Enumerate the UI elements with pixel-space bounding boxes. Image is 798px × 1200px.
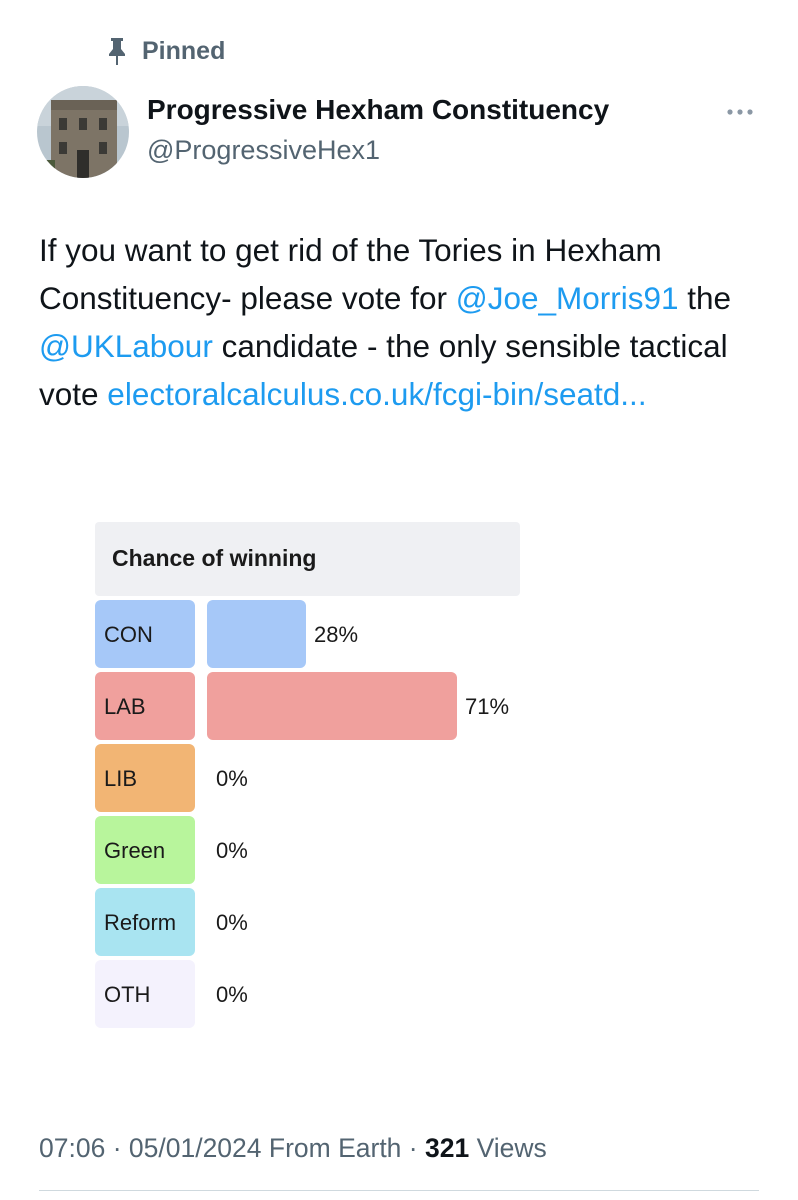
more-options-icon[interactable] bbox=[722, 100, 758, 124]
tweet-text: If you want to get rid of the Tories in … bbox=[39, 226, 759, 418]
value-label-reform: 0% bbox=[216, 910, 248, 935]
avatar-image bbox=[37, 86, 129, 178]
chart-title: Chance of winning bbox=[112, 545, 317, 571]
tweet-source: From Earth bbox=[261, 1133, 402, 1163]
party-label-lib: LIB bbox=[104, 766, 138, 791]
party-label-green: Green bbox=[104, 838, 166, 863]
footer-separator: · bbox=[401, 1133, 425, 1163]
value-label-lab: 71% bbox=[465, 694, 510, 719]
party-label-con: CON bbox=[104, 622, 153, 647]
pin-icon bbox=[109, 38, 125, 65]
party-label-lab: LAB bbox=[104, 694, 146, 719]
bar-con bbox=[207, 600, 306, 668]
tweet-date[interactable]: 05/01/2024 bbox=[129, 1133, 262, 1163]
party-label-reform: Reform bbox=[104, 910, 177, 935]
views-count[interactable]: 321 bbox=[425, 1133, 469, 1163]
views-label: Views bbox=[469, 1133, 547, 1163]
value-label-oth: 0% bbox=[216, 982, 248, 1007]
url-link[interactable]: electoralcalculus.co.uk/fcgi-bin/seatd..… bbox=[107, 376, 646, 412]
author-display-name[interactable]: Progressive Hexham Constituency bbox=[147, 94, 609, 126]
party-label-oth: OTH bbox=[104, 982, 151, 1007]
avatar[interactable] bbox=[37, 86, 129, 178]
tweet-footer: 07:06 · 05/01/2024 From Earth · 321 View… bbox=[39, 1133, 547, 1164]
footer-separator: · bbox=[105, 1133, 129, 1163]
tweet-text-segment: the bbox=[678, 280, 732, 316]
mention-link[interactable]: @UKLabour bbox=[39, 328, 213, 364]
pinned-label: Pinned bbox=[142, 36, 226, 65]
bar-lab bbox=[207, 672, 457, 740]
mention-link[interactable]: @Joe_Morris91 bbox=[456, 280, 679, 316]
value-label-green: 0% bbox=[216, 838, 248, 863]
value-label-con: 28% bbox=[314, 622, 359, 647]
divider bbox=[39, 1190, 759, 1191]
tweet-time[interactable]: 07:06 bbox=[39, 1133, 105, 1163]
author-handle[interactable]: @ProgressiveHex1 bbox=[147, 135, 380, 166]
pinned-indicator: Pinned bbox=[106, 36, 225, 66]
value-label-lib: 0% bbox=[216, 766, 248, 791]
